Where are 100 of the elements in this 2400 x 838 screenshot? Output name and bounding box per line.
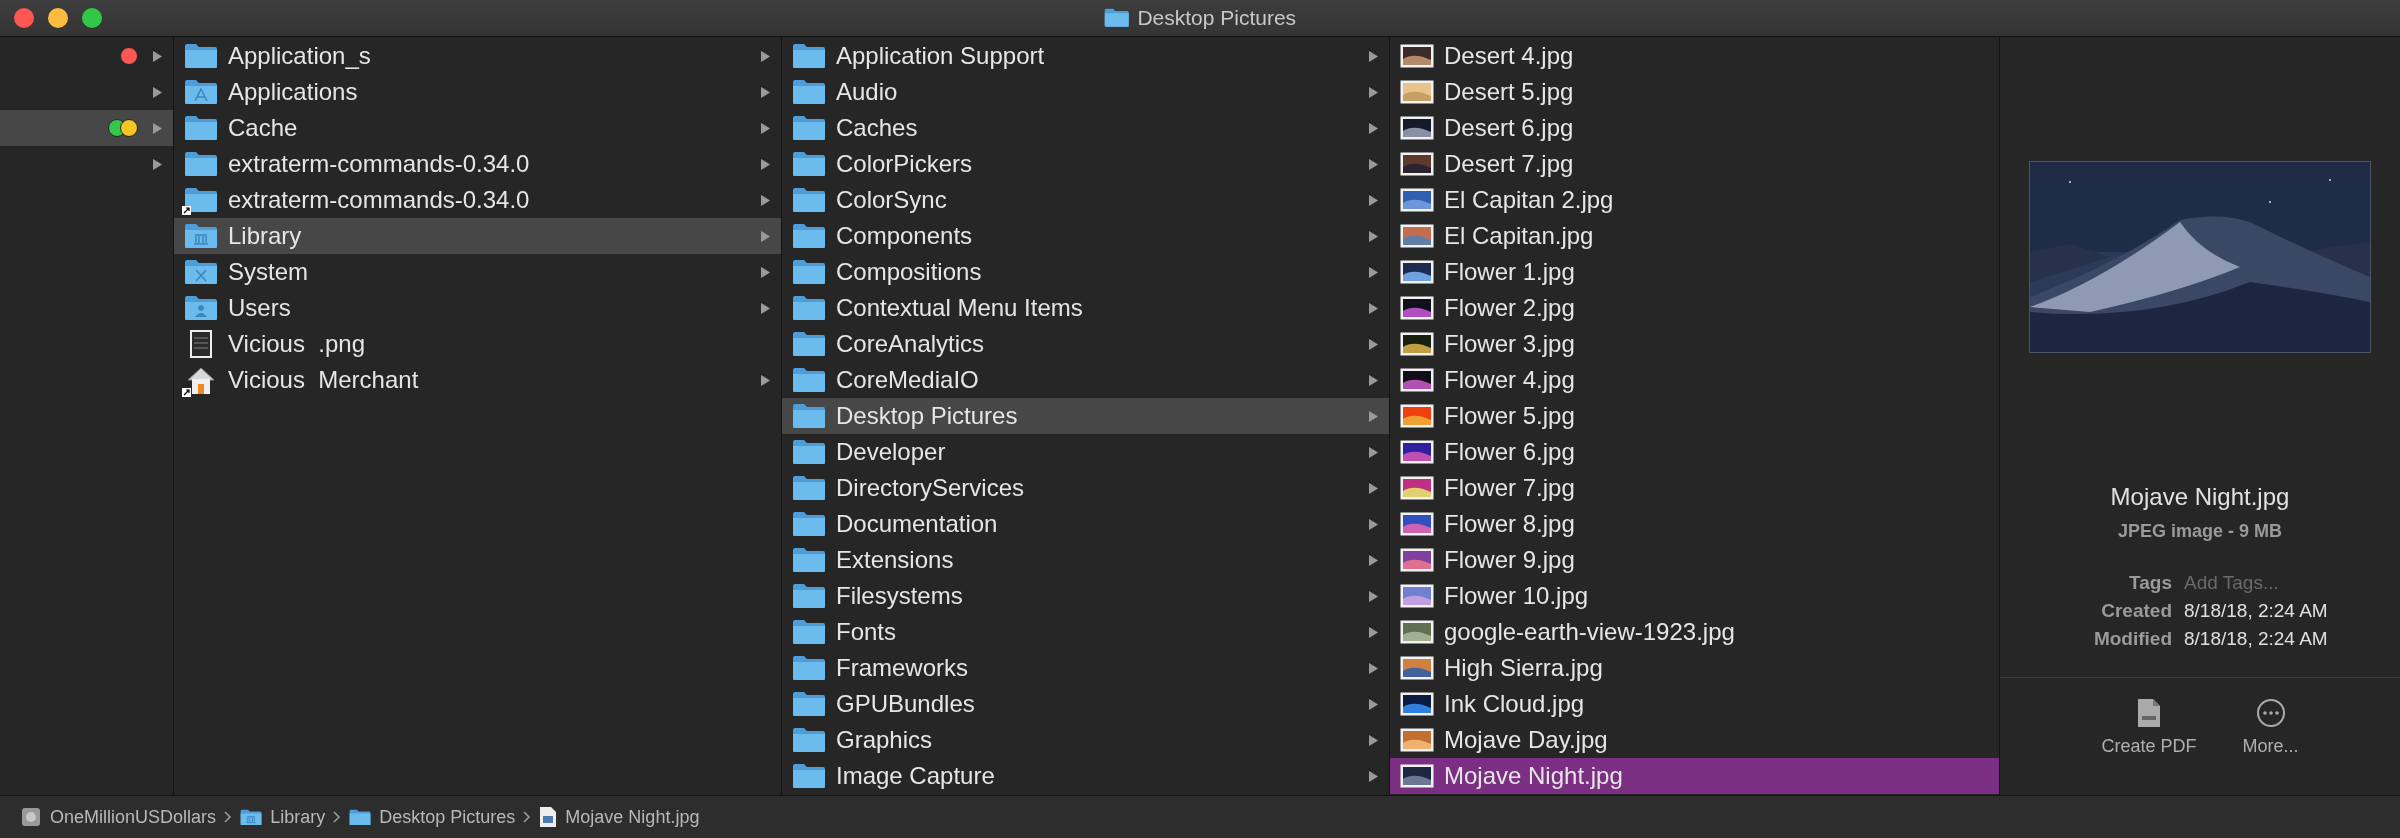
file-name: Flower 7.jpg [1444, 474, 1576, 502]
file-name: extraterm-commands-0.34.0 [228, 150, 531, 178]
file-row[interactable]: Desert 6.jpg [1390, 110, 1999, 146]
file-row[interactable]: Applications [174, 74, 781, 110]
file-row[interactable]: Application_s [174, 38, 781, 74]
file-row[interactable]: High Sierra.jpg [1390, 650, 1999, 686]
file-row[interactable]: Vicious Merchant [174, 362, 781, 398]
file-name: google-earth-view-1923.jpg [1444, 618, 1736, 646]
file-row[interactable]: google-earth-view-1923.jpg [1390, 614, 1999, 650]
file-name: Flower 4.jpg [1444, 366, 1576, 394]
preview-action-button[interactable]: More... [2242, 698, 2299, 758]
file-row[interactable]: DirectoryServices [782, 470, 1389, 506]
path-item[interactable]: OneMillionUSDollars [50, 806, 217, 828]
file-row[interactable]: Compositions [782, 254, 1389, 290]
preview-file-name: Mojave Night.jpg [2110, 483, 2290, 511]
file-row[interactable]: Developer [782, 434, 1389, 470]
file-row[interactable]: Desert 7.jpg [1390, 146, 1999, 182]
file-name: Fonts [836, 618, 898, 646]
file-row[interactable]: Components [782, 218, 1389, 254]
file-name: Audio [836, 78, 899, 106]
file-row[interactable]: extraterm-commands-0.34.0 [174, 146, 781, 182]
file-name: Graphics [836, 726, 934, 754]
file-row[interactable]: ColorPickers [782, 146, 1389, 182]
path-item[interactable]: Library [270, 806, 326, 828]
file-row[interactable]: Graphics [782, 722, 1389, 758]
file-name: Documentation [836, 510, 999, 538]
file-row[interactable]: Flower 10.jpg [1390, 578, 1999, 614]
file-row[interactable]: Fonts [782, 614, 1389, 650]
file-row[interactable]: Frameworks [782, 650, 1389, 686]
file-row[interactable]: Mojave Day.jpg [1390, 722, 1999, 758]
file-name: Library [228, 222, 303, 250]
file-row[interactable]: Users [174, 290, 781, 326]
file-row[interactable]: GPUBundles [782, 686, 1389, 722]
file-row[interactable]: Documentation [782, 506, 1389, 542]
file-row[interactable]: Audio [782, 74, 1389, 110]
file-name: Ink Cloud.jpg [1444, 690, 1586, 718]
info-value: 8/18/18, 2:24 AM [2184, 600, 2329, 622]
file-row[interactable]: Extensions [782, 542, 1389, 578]
file-row[interactable]: El Capitan 2.jpg [1390, 182, 1999, 218]
file-name: Flower 5.jpg [1444, 402, 1576, 430]
file-name: El Capitan 2.jpg [1444, 186, 1615, 214]
file-row[interactable]: Ink Cloud.jpg [1390, 686, 1999, 722]
file-row[interactable]: Flower 4.jpg [1390, 362, 1999, 398]
file-row[interactable]: Flower 2.jpg [1390, 290, 1999, 326]
file-name: Components [836, 222, 974, 250]
file-name: Flower 9.jpg [1444, 546, 1576, 574]
file-name: DirectoryServices [836, 474, 1026, 502]
file-row[interactable]: Application Support [782, 38, 1389, 74]
file-row[interactable]: CoreMediaIO [782, 362, 1389, 398]
file-name: Mojave Day.jpg [1444, 726, 1609, 754]
file-name: extraterm-commands-0.34.0 [228, 186, 531, 214]
file-name: Desert 6.jpg [1444, 114, 1575, 142]
file-row[interactable]: System [174, 254, 781, 290]
file-row[interactable]: Flower 1.jpg [1390, 254, 1999, 290]
info-value: 8/18/18, 2:24 AM [2184, 628, 2329, 650]
file-row[interactable]: Filesystems [782, 578, 1389, 614]
file-row[interactable]: Desktop Pictures [782, 398, 1389, 434]
file-name: Filesystems [836, 582, 964, 610]
file-name: Desktop Pictures [836, 402, 1019, 430]
file-row[interactable]: Desert 4.jpg [1390, 38, 1999, 74]
file-row[interactable]: Flower 9.jpg [1390, 542, 1999, 578]
file-name: Flower 2.jpg [1444, 294, 1576, 322]
file-row[interactable]: Vicious .png [174, 326, 781, 362]
file-row[interactable]: Flower 8.jpg [1390, 506, 1999, 542]
path-item[interactable]: Mojave Night.jpg [565, 806, 700, 828]
file-name: Vicious Merchant [228, 366, 420, 394]
file-name: Application_s [228, 42, 372, 70]
file-name: Flower 8.jpg [1444, 510, 1576, 538]
file-row[interactable]: CoreAnalytics [782, 326, 1389, 362]
preview-action-button[interactable]: Create PDF [2101, 698, 2197, 758]
file-row[interactable]: Mojave Night.jpg [1390, 758, 1999, 794]
file-name: System [228, 258, 309, 286]
file-row[interactable]: Flower 6.jpg [1390, 434, 1999, 470]
window-title: Desktop Pictures [1137, 6, 1297, 30]
file-row[interactable]: Contextual Menu Items [782, 290, 1389, 326]
file-name: Desert 5.jpg [1444, 78, 1575, 106]
file-row[interactable]: Desert 5.jpg [1390, 74, 1999, 110]
file-row[interactable]: ColorSync [782, 182, 1389, 218]
file-name: Cache [228, 114, 299, 142]
file-name: ColorPickers [836, 150, 974, 178]
file-row[interactable]: Cache [174, 110, 781, 146]
file-name: Caches [836, 114, 919, 142]
path-item[interactable]: Desktop Pictures [379, 806, 516, 828]
file-row[interactable]: El Capitan.jpg [1390, 218, 1999, 254]
file-row[interactable]: Image Capture [782, 758, 1389, 794]
file-name: Compositions [836, 258, 983, 286]
file-name: Users [228, 294, 292, 322]
file-name: Flower 1.jpg [1444, 258, 1576, 286]
file-name: Application Support [836, 42, 1046, 70]
file-name: Flower 10.jpg [1444, 582, 1590, 610]
file-name: Flower 3.jpg [1444, 330, 1576, 358]
file-row[interactable]: Flower 5.jpg [1390, 398, 1999, 434]
file-row[interactable]: Flower 3.jpg [1390, 326, 1999, 362]
file-name: Extensions [836, 546, 955, 574]
file-name: Desert 7.jpg [1444, 150, 1575, 178]
file-row[interactable]: Library [174, 218, 781, 254]
file-row[interactable]: Flower 7.jpg [1390, 470, 1999, 506]
tags-field[interactable]: Add Tags... [2184, 572, 2334, 594]
file-row[interactable]: extraterm-commands-0.34.0 [174, 182, 781, 218]
file-row[interactable]: Caches [782, 110, 1389, 146]
